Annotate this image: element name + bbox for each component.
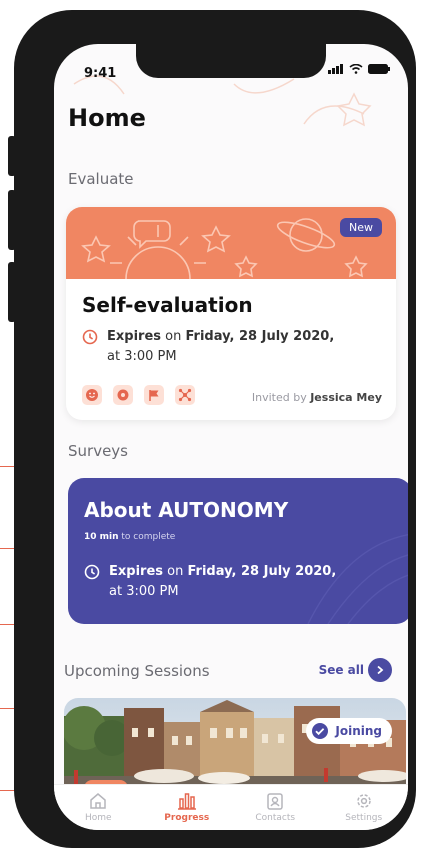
card-title: About AUTONOMY	[84, 498, 289, 522]
tab-progress[interactable]: Progress	[143, 785, 232, 830]
check-circle-icon	[312, 723, 329, 739]
tab-settings[interactable]: Settings	[320, 785, 409, 830]
bottom-tab-bar: Home Progress Contacts Settings	[54, 784, 408, 830]
phone-side-button	[8, 262, 16, 322]
clock-icon	[84, 564, 100, 580]
tab-label: Progress	[164, 813, 210, 823]
inviter-name: Jessica Mey	[310, 391, 382, 404]
expires-time: at 3:00 PM	[109, 584, 179, 599]
card-banner: New	[66, 207, 396, 279]
tab-contacts[interactable]: Contacts	[231, 785, 320, 830]
contact-card-icon	[267, 793, 283, 810]
expiry-info: Expires on Friday, 28 July 2020, at 3:00…	[82, 327, 334, 367]
clock-icon	[82, 329, 98, 345]
wifi-icon	[349, 64, 363, 74]
survey-duration: 10 min to complete	[84, 532, 176, 542]
status-icons	[328, 64, 390, 74]
expires-date: Friday, 28 July 2020,	[185, 329, 335, 344]
expires-on: on	[167, 564, 184, 579]
tab-label: Settings	[345, 813, 383, 823]
expires-on: on	[165, 329, 182, 344]
expires-time: at 3:00 PM	[107, 349, 177, 364]
joining-label: Joining	[335, 724, 382, 738]
card-title: Self-evaluation	[82, 293, 253, 317]
flag-icon	[144, 385, 164, 405]
home-icon	[90, 793, 106, 809]
bar-chart-icon	[177, 793, 196, 810]
tab-home[interactable]: Home	[54, 785, 143, 830]
section-title-upcoming-sessions: Upcoming Sessions	[64, 662, 210, 680]
new-badge: New	[340, 218, 382, 237]
section-title-evaluate: Evaluate	[68, 170, 134, 188]
phone-frame: 9:41 Home Evaluate New Self-evaluation E…	[8, 10, 416, 848]
survey-card-autonomy[interactable]: About AUTONOMY 10 min to complete Expire…	[68, 478, 408, 624]
invited-by: Invited by Jessica Mey	[251, 391, 382, 404]
tool-icons-row	[82, 385, 195, 405]
self-evaluation-card[interactable]: New Self-evaluation Expires on Friday, 2…	[66, 207, 396, 420]
expires-label: Expires	[107, 329, 161, 344]
tab-label: Contacts	[255, 813, 296, 823]
status-time: 9:41	[84, 66, 117, 81]
expires-date: Friday, 28 July 2020,	[187, 564, 337, 579]
gear-icon	[113, 385, 133, 405]
app-screen: 9:41 Home Evaluate New Self-evaluation E…	[54, 44, 408, 830]
battery-icon	[368, 64, 390, 74]
section-title-surveys: Surveys	[68, 442, 128, 460]
gear-icon	[357, 794, 371, 808]
notch	[136, 44, 326, 78]
joining-badge: Joining	[306, 718, 392, 744]
chevron-right-icon	[377, 665, 384, 675]
phone-side-button	[8, 190, 16, 250]
network-icon	[175, 385, 195, 405]
see-all-link[interactable]: See all	[319, 663, 364, 677]
signal-icon	[328, 64, 343, 74]
tab-label: Home	[84, 813, 112, 823]
expires-label: Expires	[109, 564, 163, 579]
smile-icon	[82, 385, 102, 405]
expiry-info: Expires on Friday, 28 July 2020, at 3:00…	[84, 562, 336, 602]
page-title: Home	[68, 104, 146, 132]
phone-side-button	[8, 136, 16, 176]
see-all-button[interactable]	[368, 658, 392, 682]
